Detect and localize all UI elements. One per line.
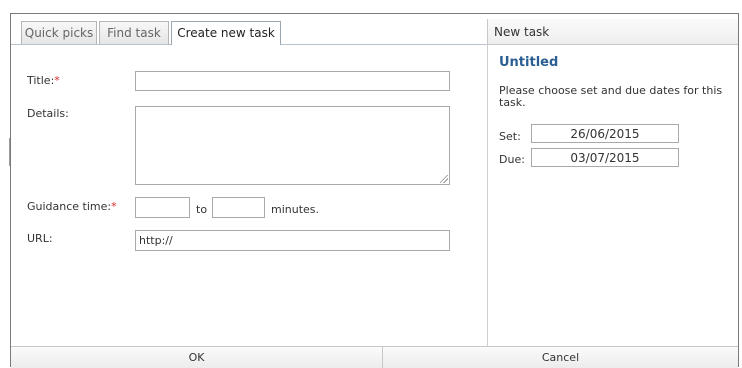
tab-create-new-task[interactable]: Create new task <box>171 21 281 45</box>
title-label: Title:* <box>27 74 60 87</box>
title-input[interactable] <box>135 71 450 91</box>
guidance-to-input[interactable] <box>212 197 265 218</box>
task-title: Untitled <box>499 55 559 70</box>
minutes-label: minutes. <box>271 203 320 216</box>
set-date-input[interactable] <box>531 124 679 143</box>
details-textarea[interactable] <box>135 106 450 185</box>
title-label-text: Title: <box>27 74 55 87</box>
cancel-button[interactable]: Cancel <box>383 347 738 368</box>
set-date-label: Set: <box>499 130 521 143</box>
due-date-input[interactable] <box>531 148 679 167</box>
panel-divider <box>487 45 488 346</box>
guidance-time-label: Guidance time:* <box>27 200 117 213</box>
dialog-button-bar: OK Cancel <box>11 346 738 368</box>
to-label: to <box>196 203 208 216</box>
guidance-time-label-text: Guidance time: <box>27 200 112 213</box>
url-input[interactable] <box>135 230 450 251</box>
details-label: Details: <box>27 107 69 120</box>
date-instruction: Please choose set and due dates for this… <box>499 84 723 109</box>
guidance-from-input[interactable] <box>135 197 190 218</box>
tab-find-task[interactable]: Find task <box>99 21 169 44</box>
ok-button[interactable]: OK <box>11 347 383 368</box>
panel-header: New task <box>487 19 738 45</box>
tab-quick-picks[interactable]: Quick picks <box>21 21 97 44</box>
required-mark: * <box>111 200 117 213</box>
tab-bar: Quick picks Find task Create new task <box>11 19 487 45</box>
task-dialog: Quick picks Find task Create new task Ne… <box>10 13 739 368</box>
url-label: URL: <box>27 232 53 245</box>
required-mark: * <box>54 74 60 87</box>
due-date-label: Due: <box>499 153 525 166</box>
